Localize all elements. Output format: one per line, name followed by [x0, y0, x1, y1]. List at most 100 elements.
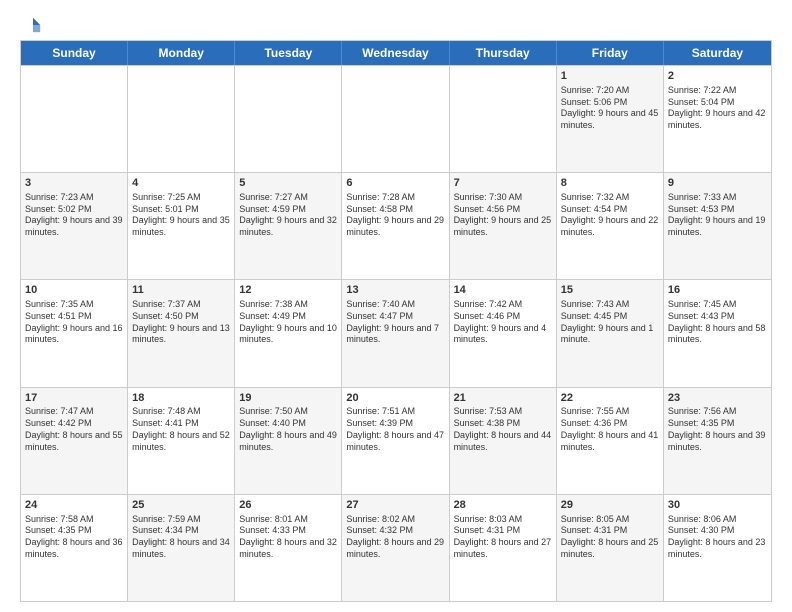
day-number: 4	[132, 176, 230, 191]
calendar-header-cell: Sunday	[21, 41, 128, 65]
day-number: 26	[239, 498, 337, 513]
cell-info: Sunrise: 7:30 AM Sunset: 4:56 PM Dayligh…	[454, 192, 552, 239]
cell-info: Sunrise: 7:23 AM Sunset: 5:02 PM Dayligh…	[25, 192, 123, 239]
calendar-cell: 25Sunrise: 7:59 AM Sunset: 4:34 PM Dayli…	[128, 495, 235, 601]
calendar-cell: 2Sunrise: 7:22 AM Sunset: 5:04 PM Daylig…	[664, 66, 771, 172]
calendar-row: 24Sunrise: 7:58 AM Sunset: 4:35 PM Dayli…	[21, 494, 771, 601]
calendar-row: 3Sunrise: 7:23 AM Sunset: 5:02 PM Daylig…	[21, 172, 771, 279]
calendar-cell: 17Sunrise: 7:47 AM Sunset: 4:42 PM Dayli…	[21, 388, 128, 494]
day-number: 16	[668, 283, 767, 298]
calendar-cell: 9Sunrise: 7:33 AM Sunset: 4:53 PM Daylig…	[664, 173, 771, 279]
cell-info: Sunrise: 8:05 AM Sunset: 4:31 PM Dayligh…	[561, 514, 659, 561]
calendar-header-cell: Thursday	[450, 41, 557, 65]
day-number: 12	[239, 283, 337, 298]
calendar-row: 10Sunrise: 7:35 AM Sunset: 4:51 PM Dayli…	[21, 279, 771, 386]
cell-info: Sunrise: 7:45 AM Sunset: 4:43 PM Dayligh…	[668, 299, 767, 346]
logo	[20, 16, 44, 30]
day-number: 11	[132, 283, 230, 298]
day-number: 22	[561, 391, 659, 406]
cell-info: Sunrise: 8:01 AM Sunset: 4:33 PM Dayligh…	[239, 514, 337, 561]
calendar-cell: 11Sunrise: 7:37 AM Sunset: 4:50 PM Dayli…	[128, 280, 235, 386]
calendar-cell: 13Sunrise: 7:40 AM Sunset: 4:47 PM Dayli…	[342, 280, 449, 386]
day-number: 25	[132, 498, 230, 513]
cell-info: Sunrise: 7:33 AM Sunset: 4:53 PM Dayligh…	[668, 192, 767, 239]
day-number: 5	[239, 176, 337, 191]
calendar-cell: 16Sunrise: 7:45 AM Sunset: 4:43 PM Dayli…	[664, 280, 771, 386]
logo-text	[20, 16, 44, 34]
day-number: 2	[668, 69, 767, 84]
logo-icon	[24, 16, 42, 34]
cell-info: Sunrise: 7:27 AM Sunset: 4:59 PM Dayligh…	[239, 192, 337, 239]
cell-info: Sunrise: 7:37 AM Sunset: 4:50 PM Dayligh…	[132, 299, 230, 346]
cell-info: Sunrise: 7:51 AM Sunset: 4:39 PM Dayligh…	[346, 406, 444, 453]
calendar-cell: 10Sunrise: 7:35 AM Sunset: 4:51 PM Dayli…	[21, 280, 128, 386]
calendar: SundayMondayTuesdayWednesdayThursdayFrid…	[20, 40, 772, 602]
cell-info: Sunrise: 7:43 AM Sunset: 4:45 PM Dayligh…	[561, 299, 659, 346]
calendar-header-cell: Friday	[557, 41, 664, 65]
calendar-header-cell: Monday	[128, 41, 235, 65]
page: SundayMondayTuesdayWednesdayThursdayFrid…	[0, 0, 792, 612]
day-number: 8	[561, 176, 659, 191]
cell-info: Sunrise: 8:06 AM Sunset: 4:30 PM Dayligh…	[668, 514, 767, 561]
cell-info: Sunrise: 7:50 AM Sunset: 4:40 PM Dayligh…	[239, 406, 337, 453]
cell-info: Sunrise: 7:40 AM Sunset: 4:47 PM Dayligh…	[346, 299, 444, 346]
calendar-cell: 14Sunrise: 7:42 AM Sunset: 4:46 PM Dayli…	[450, 280, 557, 386]
calendar-cell: 6Sunrise: 7:28 AM Sunset: 4:58 PM Daylig…	[342, 173, 449, 279]
calendar-row: 17Sunrise: 7:47 AM Sunset: 4:42 PM Dayli…	[21, 387, 771, 494]
calendar-cell: 18Sunrise: 7:48 AM Sunset: 4:41 PM Dayli…	[128, 388, 235, 494]
calendar-cell: 7Sunrise: 7:30 AM Sunset: 4:56 PM Daylig…	[450, 173, 557, 279]
cell-info: Sunrise: 7:38 AM Sunset: 4:49 PM Dayligh…	[239, 299, 337, 346]
day-number: 21	[454, 391, 552, 406]
day-number: 14	[454, 283, 552, 298]
calendar-cell	[235, 66, 342, 172]
day-number: 7	[454, 176, 552, 191]
calendar-header-cell: Tuesday	[235, 41, 342, 65]
day-number: 1	[561, 69, 659, 84]
calendar-cell: 5Sunrise: 7:27 AM Sunset: 4:59 PM Daylig…	[235, 173, 342, 279]
calendar-row: 1Sunrise: 7:20 AM Sunset: 5:06 PM Daylig…	[21, 65, 771, 172]
cell-info: Sunrise: 7:35 AM Sunset: 4:51 PM Dayligh…	[25, 299, 123, 346]
day-number: 27	[346, 498, 444, 513]
cell-info: Sunrise: 7:20 AM Sunset: 5:06 PM Dayligh…	[561, 85, 659, 132]
cell-info: Sunrise: 8:02 AM Sunset: 4:32 PM Dayligh…	[346, 514, 444, 561]
calendar-header-cell: Wednesday	[342, 41, 449, 65]
calendar-body: 1Sunrise: 7:20 AM Sunset: 5:06 PM Daylig…	[21, 65, 771, 601]
calendar-cell: 8Sunrise: 7:32 AM Sunset: 4:54 PM Daylig…	[557, 173, 664, 279]
calendar-cell	[450, 66, 557, 172]
calendar-cell: 12Sunrise: 7:38 AM Sunset: 4:49 PM Dayli…	[235, 280, 342, 386]
cell-info: Sunrise: 7:42 AM Sunset: 4:46 PM Dayligh…	[454, 299, 552, 346]
day-number: 3	[25, 176, 123, 191]
calendar-cell: 29Sunrise: 8:05 AM Sunset: 4:31 PM Dayli…	[557, 495, 664, 601]
day-number: 13	[346, 283, 444, 298]
cell-info: Sunrise: 8:03 AM Sunset: 4:31 PM Dayligh…	[454, 514, 552, 561]
day-number: 9	[668, 176, 767, 191]
calendar-cell: 22Sunrise: 7:55 AM Sunset: 4:36 PM Dayli…	[557, 388, 664, 494]
calendar-cell: 3Sunrise: 7:23 AM Sunset: 5:02 PM Daylig…	[21, 173, 128, 279]
cell-info: Sunrise: 7:55 AM Sunset: 4:36 PM Dayligh…	[561, 406, 659, 453]
calendar-cell: 27Sunrise: 8:02 AM Sunset: 4:32 PM Dayli…	[342, 495, 449, 601]
calendar-cell: 28Sunrise: 8:03 AM Sunset: 4:31 PM Dayli…	[450, 495, 557, 601]
cell-info: Sunrise: 7:22 AM Sunset: 5:04 PM Dayligh…	[668, 85, 767, 132]
calendar-cell: 30Sunrise: 8:06 AM Sunset: 4:30 PM Dayli…	[664, 495, 771, 601]
day-number: 15	[561, 283, 659, 298]
day-number: 30	[668, 498, 767, 513]
calendar-cell: 1Sunrise: 7:20 AM Sunset: 5:06 PM Daylig…	[557, 66, 664, 172]
day-number: 24	[25, 498, 123, 513]
cell-info: Sunrise: 7:25 AM Sunset: 5:01 PM Dayligh…	[132, 192, 230, 239]
calendar-cell: 26Sunrise: 8:01 AM Sunset: 4:33 PM Dayli…	[235, 495, 342, 601]
day-number: 29	[561, 498, 659, 513]
calendar-cell: 23Sunrise: 7:56 AM Sunset: 4:35 PM Dayli…	[664, 388, 771, 494]
calendar-cell: 19Sunrise: 7:50 AM Sunset: 4:40 PM Dayli…	[235, 388, 342, 494]
header	[20, 16, 772, 30]
cell-info: Sunrise: 7:28 AM Sunset: 4:58 PM Dayligh…	[346, 192, 444, 239]
calendar-cell: 20Sunrise: 7:51 AM Sunset: 4:39 PM Dayli…	[342, 388, 449, 494]
cell-info: Sunrise: 7:32 AM Sunset: 4:54 PM Dayligh…	[561, 192, 659, 239]
day-number: 10	[25, 283, 123, 298]
calendar-cell	[21, 66, 128, 172]
day-number: 17	[25, 391, 123, 406]
cell-info: Sunrise: 7:48 AM Sunset: 4:41 PM Dayligh…	[132, 406, 230, 453]
calendar-header: SundayMondayTuesdayWednesdayThursdayFrid…	[21, 41, 771, 65]
calendar-cell: 15Sunrise: 7:43 AM Sunset: 4:45 PM Dayli…	[557, 280, 664, 386]
calendar-header-cell: Saturday	[664, 41, 771, 65]
calendar-cell: 4Sunrise: 7:25 AM Sunset: 5:01 PM Daylig…	[128, 173, 235, 279]
